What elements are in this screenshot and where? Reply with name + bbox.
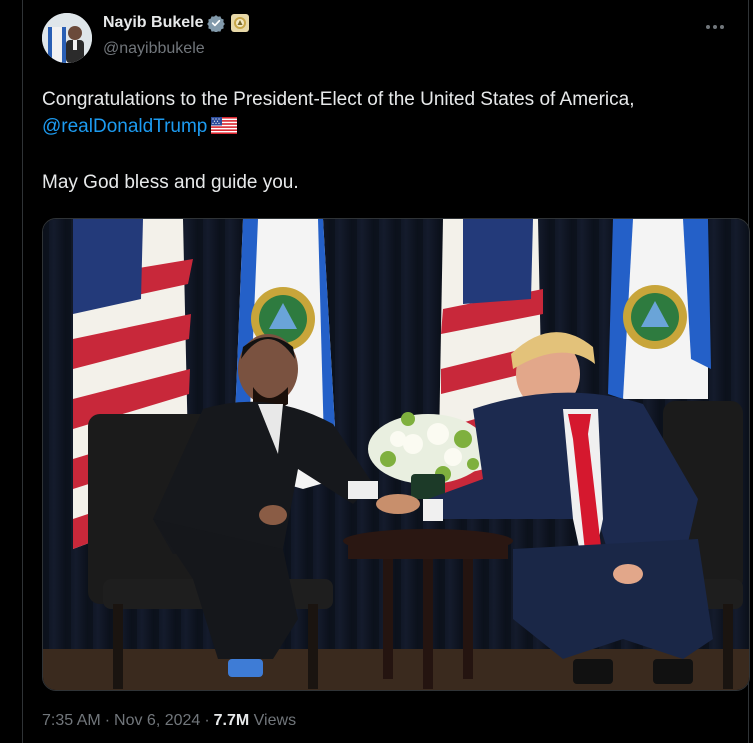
photo-handshake-image [43, 219, 749, 690]
tweet-text-line-3: May God bless and guide you. [42, 172, 299, 193]
views-count[interactable]: 7.7M [214, 712, 250, 729]
tweet-text-line-1: Congratulations to the President-Elect o… [42, 89, 635, 110]
more-options-icon[interactable] [706, 22, 730, 32]
verified-badge-icon[interactable] [207, 14, 226, 32]
mention-link[interactable]: @realDonaldTrump [42, 116, 207, 137]
tweet-text-line-2: @realDonaldTrump [42, 113, 742, 142]
tweet-photo[interactable] [42, 218, 750, 691]
author-name-row: Nayib Bukele [103, 14, 250, 32]
el-salvador-seal-icon[interactable] [231, 14, 250, 32]
meta-separator-1: · [104, 712, 111, 729]
tweet-time[interactable]: 7:35 AM [42, 712, 101, 729]
tweet-text: Congratulations to the President-Elect o… [42, 86, 742, 196]
us-flag-icon [211, 115, 238, 142]
tweet-detail: Nayib Bukele @nayibbukele Congratulation… [0, 0, 753, 743]
tweet-date[interactable]: Nov 6, 2024 [114, 712, 200, 729]
author-handle[interactable]: @nayibbukele [103, 40, 205, 58]
tweet-text-spacer [42, 142, 742, 169]
column-border-left [22, 0, 23, 743]
avatar[interactable] [42, 13, 92, 63]
display-name[interactable]: Nayib Bukele [103, 14, 203, 32]
tweet-meta: 7:35 AM · Nov 6, 2024 · 7.7M Views [42, 712, 296, 730]
meta-separator-2: · [204, 712, 210, 729]
avatar-image [42, 13, 92, 63]
views-label: Views [253, 712, 297, 729]
